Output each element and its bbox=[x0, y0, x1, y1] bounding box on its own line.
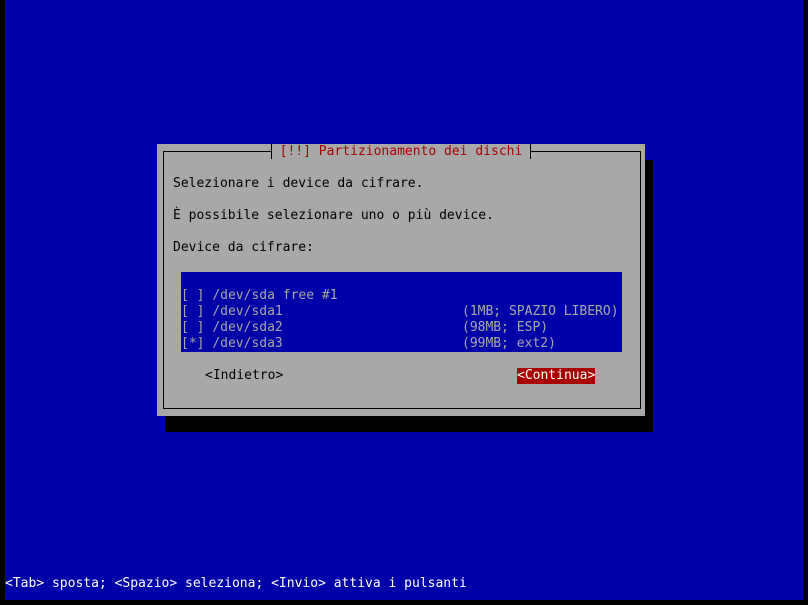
list-label: Device da cifrare: bbox=[173, 240, 314, 255]
info-text: È possibile selezionare uno o più device… bbox=[173, 208, 494, 223]
installer-screen: [!!] Partizionamento dei dischi Selezion… bbox=[5, 0, 803, 600]
device-row-sda1[interactable]: [ ] /dev/sda1 (98MB; ESP) bbox=[181, 288, 622, 335]
continue-button[interactable]: <Continua> bbox=[517, 368, 596, 384]
device-list[interactable]: [ ] /dev/sda free #1 (1MB; SPAZIO LIBERO… bbox=[181, 272, 622, 383]
device-row-sda3[interactable]: [*] /dev/sda3 (21274MB; btrfs) bbox=[181, 320, 622, 367]
partitioning-dialog: [!!] Partizionamento dei dischi Selezion… bbox=[157, 144, 645, 416]
back-button[interactable]: <Indietro> bbox=[205, 368, 283, 384]
status-bar-help: <Tab> sposta; <Spazio> seleziona; <Invio… bbox=[5, 576, 467, 591]
device-name: /dev/sda free #2 bbox=[212, 352, 338, 367]
dialog-title: [!!] Partizionamento dei dischi bbox=[157, 144, 645, 160]
device-row-sda-free-2[interactable]: [ ] /dev/sda free #2 (1MB; SPAZIO LIBERO… bbox=[181, 336, 622, 383]
device-row-sda-free-1[interactable]: [ ] /dev/sda free #1 (1MB; SPAZIO LIBERO… bbox=[181, 272, 622, 319]
device-info: (21274MB; btrfs) bbox=[462, 352, 588, 367]
instruction-text: Selezionare i device da cifrare. bbox=[173, 176, 424, 191]
device-row-label: [ ] /dev/sda free #2 bbox=[181, 352, 338, 368]
checkbox[interactable]: [ ] bbox=[181, 352, 204, 367]
dialog-title-text: [!!] Partizionamento dei dischi bbox=[270, 144, 532, 159]
device-row-sda2[interactable]: [ ] /dev/sda2 (99MB; ext2) bbox=[181, 304, 622, 351]
